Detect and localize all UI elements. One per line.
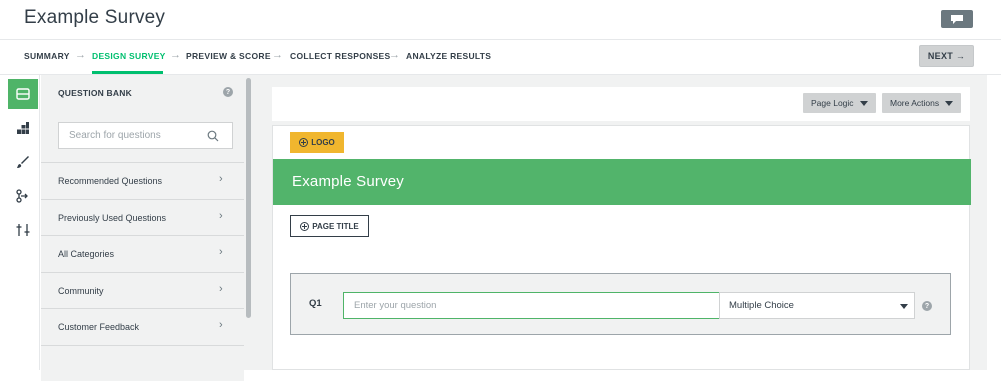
question-type-help-icon[interactable]: ? — [922, 301, 932, 311]
caret-down-icon — [900, 304, 908, 309]
question-bank-icon — [16, 88, 30, 100]
question-number: Q1 — [309, 298, 322, 309]
survey-page-card: LOGO Example Survey PAGE TITLE Q1 Multip… — [272, 125, 970, 370]
chevron-right-icon: › — [219, 173, 223, 185]
page-logic-label: Page Logic — [811, 98, 854, 108]
step-arrow-icon: → — [389, 49, 400, 61]
add-circle-icon — [300, 222, 309, 231]
scrollbar[interactable] — [244, 75, 253, 370]
survey-title[interactable]: Example Survey — [24, 7, 165, 29]
active-step-underline — [92, 71, 163, 74]
step-preview-score[interactable]: PREVIEW & SCORE — [186, 51, 271, 61]
logic-icon — [16, 189, 30, 203]
question-bank-header: QUESTION BANK ? — [41, 75, 253, 111]
logo-label: LOGO — [311, 138, 335, 147]
step-summary[interactable]: SUMMARY — [24, 51, 70, 61]
right-edge — [987, 75, 1001, 370]
caret-down-icon — [860, 101, 868, 106]
bank-item-recommended[interactable]: Recommended Questions › — [41, 162, 244, 199]
comment-icon — [950, 14, 964, 25]
rail-item-style[interactable] — [8, 147, 38, 177]
survey-title-banner[interactable]: Example Survey — [273, 159, 971, 205]
step-arrow-icon: → — [75, 49, 86, 61]
bank-item-label: All Categories — [58, 249, 114, 259]
add-page-title-button[interactable]: PAGE TITLE — [290, 215, 369, 237]
step-arrow-icon: → — [272, 49, 283, 61]
step-nav: SUMMARY → DESIGN SURVEY → PREVIEW & SCOR… — [0, 40, 1001, 75]
search-input[interactable] — [59, 123, 204, 148]
question-type-select[interactable]: Multiple Choice — [719, 292, 915, 319]
comment-button[interactable] — [941, 10, 973, 28]
step-analyze-results[interactable]: ANALYZE RESULTS — [406, 51, 491, 61]
page-logic-button[interactable]: Page Logic — [803, 93, 876, 113]
page-title-label: PAGE TITLE — [312, 222, 359, 231]
question-bank-panel: QUESTION BANK ? Recommended Questions › … — [41, 75, 253, 370]
help-icon[interactable]: ? — [223, 87, 233, 97]
add-logo-button[interactable]: LOGO — [290, 132, 344, 153]
rail-item-options[interactable] — [8, 215, 38, 245]
more-actions-button[interactable]: More Actions — [882, 93, 961, 113]
options-sliders-icon — [16, 223, 30, 237]
bank-item-label: Recommended Questions — [58, 176, 162, 186]
question-editor: Q1 Multiple Choice ? — [290, 273, 951, 335]
left-rail — [0, 75, 40, 370]
step-arrow-icon: → — [170, 49, 181, 61]
bank-item-label: Customer Feedback — [58, 322, 139, 332]
builder-icon — [16, 121, 30, 135]
question-bank-list: Recommended Questions › Previously Used … — [41, 162, 244, 381]
scrollbar-thumb[interactable] — [246, 78, 251, 318]
rail-item-logic[interactable] — [8, 181, 38, 211]
step-collect-responses[interactable]: COLLECT RESPONSES — [290, 51, 391, 61]
chevron-right-icon: › — [219, 283, 223, 295]
bank-item-label: Community — [58, 286, 104, 296]
question-type-value: Multiple Choice — [729, 300, 794, 311]
survey-canvas: Page Logic More Actions LOGO Example Sur… — [253, 75, 987, 370]
bank-item-label: Previously Used Questions — [58, 213, 166, 223]
search-icon[interactable] — [207, 130, 219, 142]
canvas-toolbar: Page Logic More Actions — [272, 87, 970, 121]
caret-down-icon — [945, 101, 953, 106]
bank-item-partial[interactable] — [41, 345, 244, 381]
bank-item-community[interactable]: Community › — [41, 272, 244, 309]
bank-item-previously-used[interactable]: Previously Used Questions › — [41, 199, 244, 236]
next-button[interactable]: NEXT → — [919, 45, 974, 67]
add-circle-icon — [299, 138, 308, 147]
bank-item-all-categories[interactable]: All Categories › — [41, 235, 244, 272]
search-box — [58, 122, 233, 149]
chevron-right-icon: › — [219, 246, 223, 258]
chevron-right-icon: › — [219, 210, 223, 222]
step-design-survey[interactable]: DESIGN SURVEY — [92, 51, 166, 61]
rail-item-builder[interactable] — [8, 113, 38, 143]
style-brush-icon — [16, 155, 30, 169]
bank-item-customer-feedback[interactable]: Customer Feedback › — [41, 308, 244, 345]
rail-item-question-bank[interactable] — [8, 79, 38, 109]
chevron-right-icon: › — [219, 319, 223, 331]
more-actions-label: More Actions — [890, 98, 939, 108]
top-bar: Example Survey — [0, 0, 1001, 40]
question-bank-title: QUESTION BANK — [58, 88, 132, 98]
question-text-input[interactable] — [343, 292, 720, 319]
banner-survey-title: Example Survey — [292, 173, 404, 190]
